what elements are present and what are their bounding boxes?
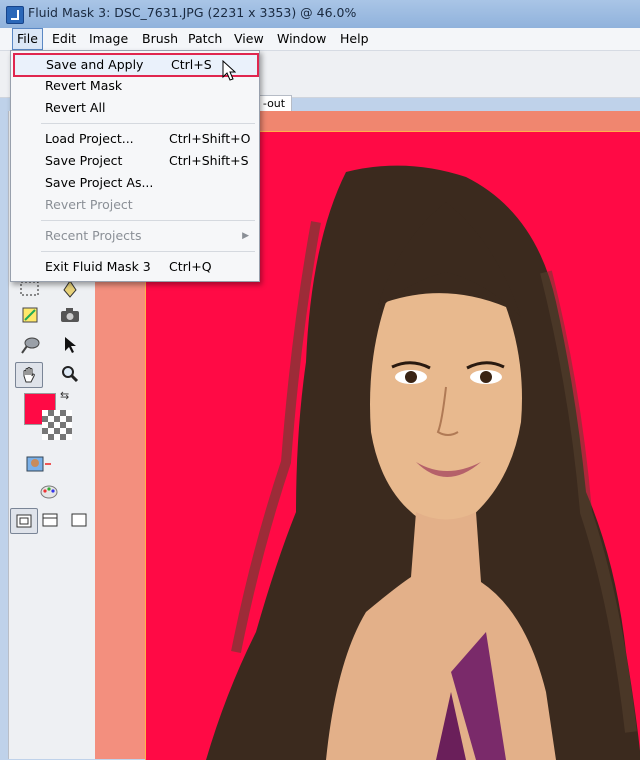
menu-brush[interactable]: Brush <box>138 29 182 49</box>
menu-file[interactable]: File <box>12 28 43 50</box>
menu-edit[interactable]: Edit <box>48 29 80 49</box>
menu-view[interactable]: View <box>230 29 268 49</box>
camera-icon[interactable] <box>57 303 83 327</box>
patch-icon[interactable] <box>17 303 43 327</box>
mouse-cursor-icon <box>222 60 236 81</box>
menu-item-save-project-as[interactable]: Save Project As... <box>11 172 259 194</box>
menu-image[interactable]: Image <box>85 29 132 49</box>
preview-icon[interactable] <box>26 452 52 476</box>
menu-item-recent-projects: Recent Projects ▶ <box>11 225 259 247</box>
menu-item-exit[interactable]: Exit Fluid Mask 3 Ctrl+Q <box>11 256 259 278</box>
menu-bar: File Edit Image Brush Patch View Window … <box>0 28 640 51</box>
view-mode-1-icon[interactable] <box>10 508 38 534</box>
tab-cutout[interactable]: -out <box>256 95 292 112</box>
view-mode-2-icon[interactable] <box>37 508 63 532</box>
pointer-icon[interactable] <box>57 333 83 357</box>
view-mode-3-icon[interactable] <box>66 508 92 532</box>
menu-window[interactable]: Window <box>273 29 330 49</box>
menu-separator <box>41 251 255 252</box>
menu-item-load-project[interactable]: Load Project... Ctrl+Shift+O <box>11 128 259 150</box>
hand-icon[interactable] <box>15 362 43 388</box>
menu-separator <box>41 123 255 124</box>
menu-item-save-project[interactable]: Save Project Ctrl+Shift+S <box>11 150 259 172</box>
file-menu-dropdown: Save and Apply Ctrl+S Revert Mask Revert… <box>10 50 260 282</box>
menu-help[interactable]: Help <box>336 29 373 49</box>
chevron-right-icon: ▶ <box>242 231 249 241</box>
swap-icon[interactable]: ⇆ <box>60 389 69 402</box>
window-title: Fluid Mask 3: DSC_7631.JPG (2231 x 3353)… <box>28 5 357 20</box>
background-color-swatch[interactable] <box>42 410 72 440</box>
app-icon <box>6 6 24 24</box>
menu-patch[interactable]: Patch <box>184 29 226 49</box>
menu-item-revert-all[interactable]: Revert All <box>11 97 259 119</box>
palette-icon[interactable] <box>36 480 62 504</box>
brush-icon[interactable] <box>17 333 43 357</box>
menu-separator <box>41 220 255 221</box>
title-bar: Fluid Mask 3: DSC_7631.JPG (2231 x 3353)… <box>0 0 640 28</box>
zoom-icon[interactable] <box>57 362 83 386</box>
menu-item-revert-project: Revert Project <box>45 197 133 212</box>
